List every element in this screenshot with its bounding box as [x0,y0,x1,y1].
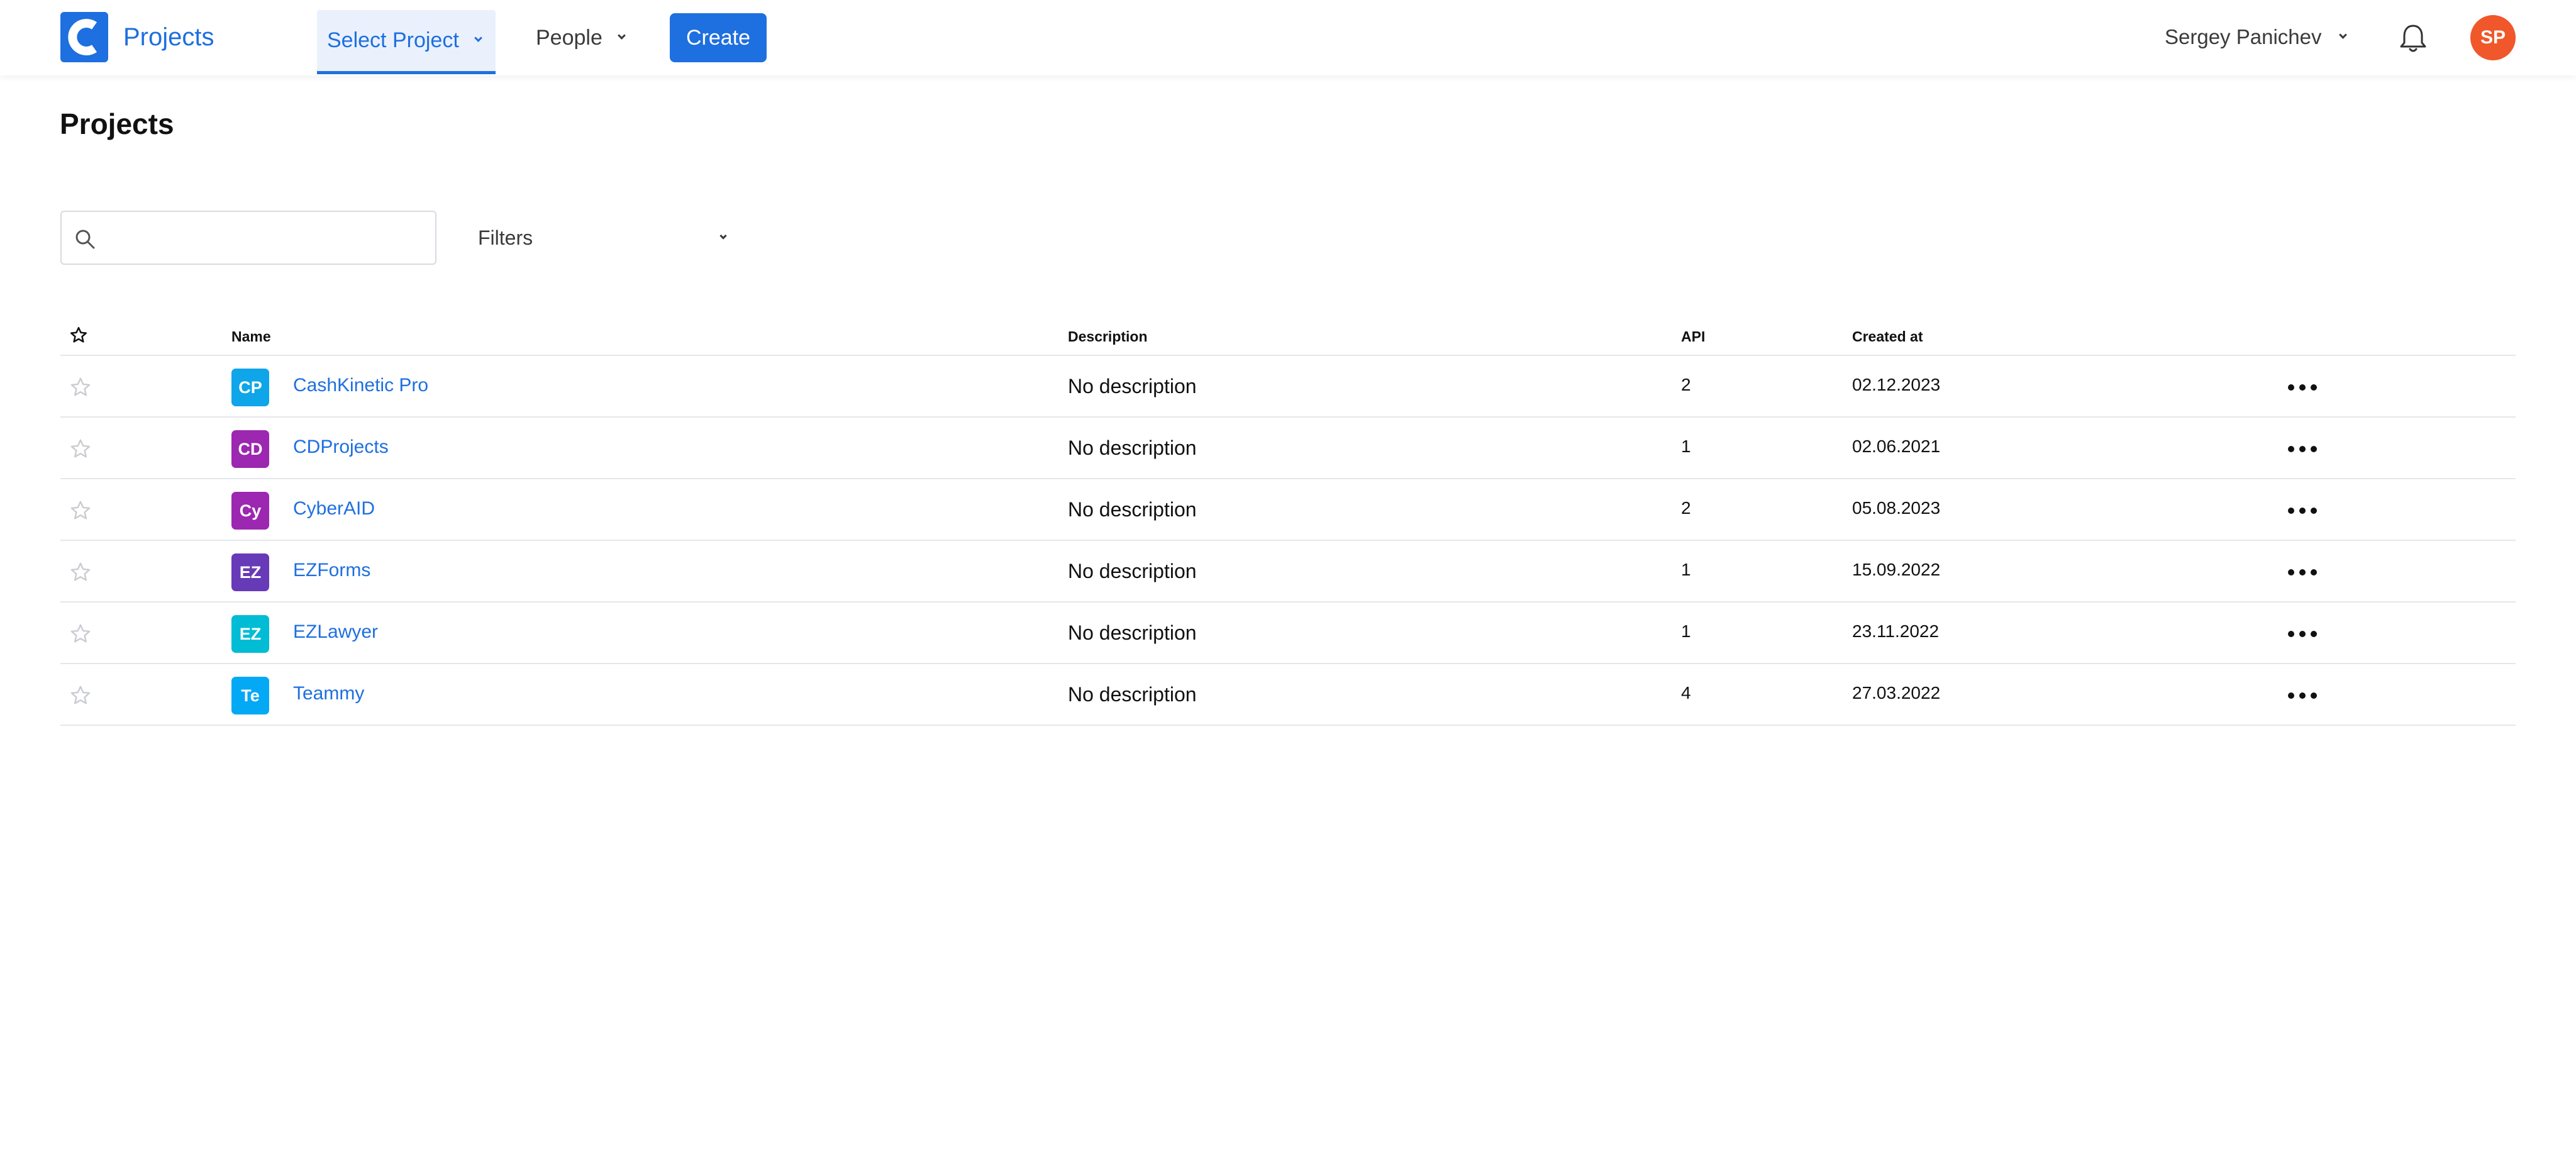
project-name-link[interactable]: EZLawyer [293,621,378,643]
project-badge: EZ [231,615,269,653]
more-horizontal-icon[interactable] [2280,621,2324,647]
more-dot [2311,569,2317,575]
brand-name[interactable]: Projects [123,21,214,53]
table-row: EZ EZLawyer No description 1 23.11.2022 [60,603,2516,664]
table-row: CP CashKinetic Pro No description 2 02.1… [60,356,2516,418]
project-created-at: 23.11.2022 [1852,621,1940,641]
user-name: Sergey Panichev [2165,25,2322,48]
project-description: No description [1068,375,1197,397]
more-dot [2311,508,2317,514]
project-description: No description [1068,621,1197,644]
table-row: Cy CyberAID No description 2 05.08.2023 [60,479,2516,541]
logo-icon[interactable] [60,12,108,62]
project-description: No description [1068,498,1197,521]
column-header-created-at[interactable]: Created at [1852,328,1923,345]
select-project-dropdown[interactable]: Select Project [317,10,496,74]
more-dot [2288,384,2294,391]
table-row: EZ EZForms No description 1 15.09.2022 [60,541,2516,603]
more-dot [2311,384,2317,391]
star-outline-icon[interactable] [69,376,92,399]
more-dot [2299,692,2306,699]
create-button[interactable]: Create [670,13,767,62]
search-input[interactable] [99,212,426,264]
chevron-down-icon [618,31,626,40]
project-api-count: 2 [1681,375,1691,394]
projects-table: Name Description API Created at CP CashK… [60,322,2516,726]
project-name-link[interactable]: CDProjects [293,436,389,458]
column-header-description[interactable]: Description [1068,328,1148,345]
project-description: No description [1068,436,1197,459]
column-header-api[interactable]: API [1681,328,1705,345]
chevron-down-icon [474,34,482,42]
filters-label: Filters [478,226,533,249]
project-api-count: 1 [1681,560,1691,579]
search-icon [75,230,95,249]
more-dot [2311,446,2317,452]
people-dropdown[interactable]: People [536,10,626,65]
more-dot [2288,692,2294,699]
chevron-down-icon [719,232,727,240]
more-dot [2299,508,2306,514]
project-api-count: 1 [1681,621,1691,641]
project-name-link[interactable]: EZForms [293,560,370,581]
table-header: Name Description API Created at [60,322,2516,356]
filters-dropdown[interactable]: Filters [478,211,742,265]
star-outline-icon[interactable] [69,561,92,584]
project-badge: CD [231,430,269,468]
star-header-icon[interactable] [69,326,88,345]
star-outline-icon[interactable] [69,623,92,645]
project-api-count: 2 [1681,498,1691,518]
star-outline-icon[interactable] [69,499,92,522]
more-dot [2299,384,2306,391]
chevron-down-icon [2339,30,2348,39]
more-dot [2299,446,2306,452]
project-name-link[interactable]: CyberAID [293,498,375,520]
more-horizontal-icon[interactable] [2280,375,2324,400]
more-horizontal-icon[interactable] [2280,436,2324,462]
project-created-at: 02.06.2021 [1852,436,1941,456]
project-created-at: 27.03.2022 [1852,683,1941,703]
project-badge: Cy [231,492,269,530]
more-horizontal-icon[interactable] [2280,498,2324,523]
more-dot [2288,508,2294,514]
project-description: No description [1068,560,1197,582]
star-outline-icon[interactable] [69,438,92,460]
star-outline-icon[interactable] [69,684,92,707]
more-dot [2288,569,2294,575]
top-navigation-bar: Projects Select Project People Create Se… [0,0,2576,75]
more-dot [2299,569,2306,575]
more-dot [2299,631,2306,637]
table-row: CD CDProjects No description 1 02.06.202… [60,418,2516,479]
more-horizontal-icon[interactable] [2280,560,2324,585]
more-dot [2288,446,2294,452]
project-name-link[interactable]: CashKinetic Pro [293,375,428,396]
table-row: Te Teammy No description 4 27.03.2022 [60,664,2516,726]
project-description: No description [1068,683,1197,706]
more-dot [2288,631,2294,637]
project-badge: CP [231,369,269,406]
project-created-at: 05.08.2023 [1852,498,1941,518]
more-dot [2311,692,2317,699]
select-project-label: Select Project [327,28,459,52]
table-body: CP CashKinetic Pro No description 2 02.1… [60,356,2516,726]
user-menu[interactable]: Sergey Panichev [2165,16,2348,58]
column-header-name[interactable]: Name [231,328,271,345]
project-badge: Te [231,677,269,714]
project-created-at: 02.12.2023 [1852,375,1941,394]
people-label: People [536,25,602,50]
more-horizontal-icon[interactable] [2280,683,2324,708]
search-box[interactable] [60,211,436,265]
page-title: Projects [60,108,174,140]
project-api-count: 4 [1681,683,1691,703]
project-name-link[interactable]: Teammy [293,683,364,704]
project-created-at: 15.09.2022 [1852,560,1941,579]
project-api-count: 1 [1681,436,1691,456]
more-dot [2311,631,2317,637]
project-badge: EZ [231,553,269,591]
bell-icon[interactable] [2399,23,2428,54]
avatar[interactable]: SP [2470,15,2516,60]
